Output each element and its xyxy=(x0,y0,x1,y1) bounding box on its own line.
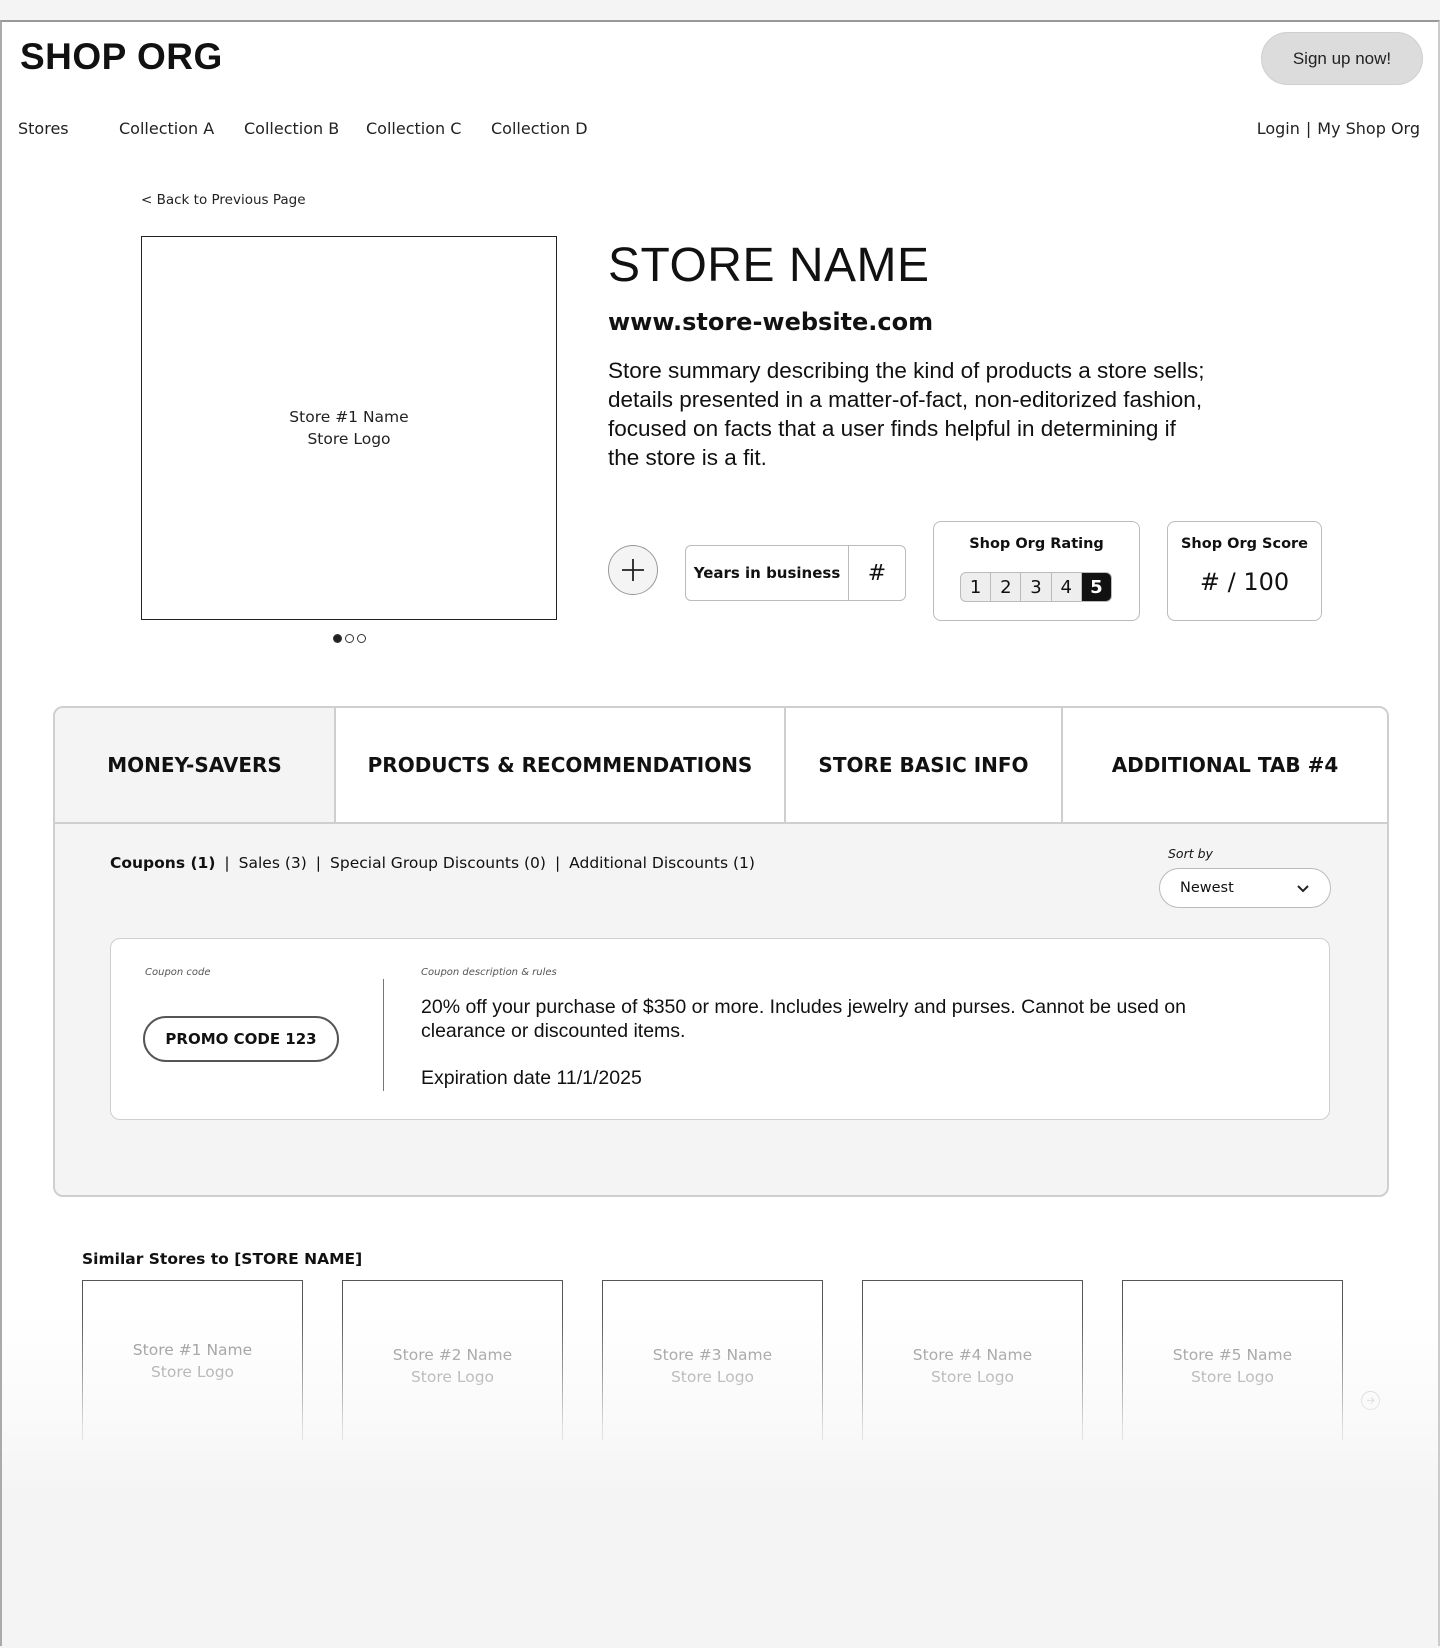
score-value: # / 100 xyxy=(1199,568,1290,596)
similar-store-logo: Store Logo xyxy=(1190,1367,1275,1386)
years-in-business-label: Years in business xyxy=(686,546,849,600)
similar-store-card[interactable]: Store #4 Name Store Logo xyxy=(862,1280,1083,1440)
nav-item-collection-b[interactable]: Collection B xyxy=(244,119,339,138)
similar-store-name: Store #2 Name xyxy=(392,1345,513,1364)
carousel-dots xyxy=(333,634,366,643)
sort-value: Newest xyxy=(1180,880,1234,896)
shop-org-score-card: Shop Org Score # / 100 xyxy=(1167,521,1322,621)
carousel-dot[interactable] xyxy=(333,634,342,643)
nav-separator: | xyxy=(1305,119,1312,138)
similar-store-name: Store #1 Name xyxy=(132,1340,253,1359)
arrow-right-icon xyxy=(1367,1397,1375,1404)
similar-store-logo: Store Logo xyxy=(150,1362,235,1381)
store-summary: Store summary describing the kind of pro… xyxy=(608,358,1205,470)
plus-icon xyxy=(622,559,644,581)
rating-option-1: 1 xyxy=(961,573,992,601)
rating-option-2: 2 xyxy=(991,573,1022,601)
add-store-button[interactable] xyxy=(608,545,658,595)
filter-coupons[interactable]: Coupons (1) xyxy=(110,854,215,872)
tab-additional-4[interactable]: ADDITIONAL TAB #4 xyxy=(1063,708,1387,822)
tab-products-recommendations[interactable]: PRODUCTS & RECOMMENDATIONS xyxy=(336,708,786,822)
chevron-down-icon xyxy=(1297,884,1309,892)
store-tabs-panel: MONEY-SAVERS PRODUCTS & RECOMMENDATIONS … xyxy=(53,706,1389,1197)
account-links: Login | My Shop Org xyxy=(1257,119,1420,138)
filter-special-group-discounts[interactable]: Special Group Discounts (0) xyxy=(330,854,546,872)
sign-up-button[interactable]: Sign up now! xyxy=(1261,32,1423,85)
back-link[interactable]: < Back to Previous Page xyxy=(141,192,306,208)
page: SHOP ORG Sign up now! Stores Collection … xyxy=(0,20,1440,1648)
store-website-link[interactable]: www.store-website.com xyxy=(608,308,933,336)
tab-money-savers[interactable]: MONEY-SAVERS xyxy=(55,708,336,822)
similar-store-name: Store #3 Name xyxy=(652,1345,773,1364)
my-shop-org-link[interactable]: My Shop Org xyxy=(1317,119,1420,138)
coupon-code-caption: Coupon code xyxy=(145,967,211,978)
filter-separator: | xyxy=(224,854,230,872)
similar-store-logo: Store Logo xyxy=(670,1367,755,1386)
rating-option-5-selected: 5 xyxy=(1081,573,1111,601)
store-image-carousel[interactable]: Store #1 Name Store Logo xyxy=(141,236,557,620)
store-image-logo: Store Logo xyxy=(307,430,391,448)
similar-store-card[interactable]: Store #5 Name Store Logo xyxy=(1122,1280,1343,1440)
login-link[interactable]: Login xyxy=(1257,119,1300,138)
tab-store-basic-info[interactable]: STORE BASIC INFO xyxy=(786,708,1063,822)
shop-org-rating-card: Shop Org Rating 1 2 3 4 5 xyxy=(933,521,1140,621)
tab-bar: MONEY-SAVERS PRODUCTS & RECOMMENDATIONS … xyxy=(55,708,1387,824)
promo-code-button[interactable]: PROMO CODE 123 xyxy=(143,1016,339,1062)
similar-store-logo: Store Logo xyxy=(410,1367,495,1386)
similar-store-card[interactable]: Store #2 Name Store Logo xyxy=(342,1280,563,1440)
rating-title: Shop Org Rating xyxy=(969,536,1104,552)
similar-stores-next-button[interactable] xyxy=(1361,1391,1380,1410)
coupon-description-caption: Coupon description & rules xyxy=(421,967,557,978)
similar-store-card[interactable]: Store #3 Name Store Logo xyxy=(602,1280,823,1440)
coupon-card: Coupon code PROMO CODE 123 Coupon descri… xyxy=(110,938,1330,1120)
coupon-description: 20% off your purchase of $350 or more. I… xyxy=(421,996,1186,1042)
filter-separator: | xyxy=(554,854,561,872)
coupon-divider xyxy=(383,979,384,1091)
similar-store-name: Store #4 Name xyxy=(912,1345,1033,1364)
similar-store-logo: Store Logo xyxy=(930,1367,1015,1386)
similar-store-name: Store #5 Name xyxy=(1172,1345,1293,1364)
rating-scale: 1 2 3 4 5 xyxy=(960,572,1112,602)
filter-separator: | xyxy=(315,854,322,872)
site-logo[interactable]: SHOP ORG xyxy=(20,36,223,78)
score-title: Shop Org Score xyxy=(1180,536,1309,552)
nav-item-collection-d[interactable]: Collection D xyxy=(491,119,588,138)
carousel-dot[interactable] xyxy=(357,634,366,643)
years-in-business: Years in business # xyxy=(685,545,906,601)
coupon-expiration: Expiration date 11/1/2025 xyxy=(421,1067,642,1089)
sort-select[interactable]: Newest xyxy=(1159,868,1331,908)
nav-item-collection-c[interactable]: Collection C xyxy=(366,119,461,138)
sort-label: Sort by xyxy=(1168,846,1213,861)
nav-item-collection-a[interactable]: Collection A xyxy=(119,119,214,138)
store-name: STORE NAME xyxy=(608,239,930,292)
similar-stores-title: Similar Stores to [STORE NAME] xyxy=(82,1250,363,1268)
years-in-business-value: # xyxy=(867,560,887,586)
carousel-dot[interactable] xyxy=(345,634,354,643)
store-image-name: Store #1 Name xyxy=(289,408,409,426)
similar-store-card[interactable]: Store #1 Name Store Logo xyxy=(82,1280,303,1440)
discount-filters: Coupons (1) | Sales (3) | Special Group Disc… xyxy=(110,854,755,872)
rating-option-3: 3 xyxy=(1021,573,1052,601)
filter-sales[interactable]: Sales (3) xyxy=(239,854,307,872)
nav-item-stores[interactable]: Stores xyxy=(18,119,69,138)
filter-additional-discounts[interactable]: Additional Discounts (1) xyxy=(569,854,755,872)
rating-option-4: 4 xyxy=(1052,573,1082,601)
